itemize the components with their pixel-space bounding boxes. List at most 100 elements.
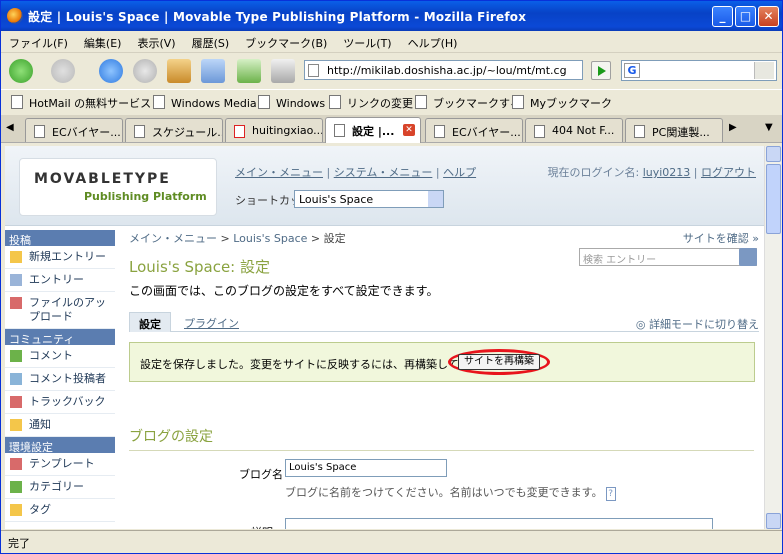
shortcut-select[interactable]: Louis's Space (294, 190, 444, 208)
bookmark-item[interactable]: ブックマークする (415, 95, 521, 111)
search-icon[interactable] (754, 62, 774, 79)
bookmark-item[interactable]: Windows (258, 95, 325, 110)
tab-list-icon[interactable]: ▼ (765, 122, 773, 133)
menu-help[interactable]: ヘルプ(H) (400, 31, 466, 51)
sidebar-item-tags[interactable]: タグ (5, 499, 115, 522)
menu-view[interactable]: 表示(V) (129, 31, 183, 51)
tab[interactable]: ECバイヤー... (425, 118, 523, 142)
scroll-down-icon[interactable] (766, 513, 781, 529)
close-button[interactable]: ✕ (758, 6, 779, 27)
menu-bar: ファイル(F) 編集(E) 表示(V) 履歴(S) ブックマーク(B) ツール(T) ヘルプ… (1, 31, 782, 53)
breadcrumb: メイン・メニュー > Louis's Space > 設定 (129, 232, 346, 245)
mt-logo[interactable]: MOVABLETYPE Publishing Platform (19, 158, 217, 216)
blog-name-input[interactable]: Louis's Space (285, 459, 447, 477)
menu-tools[interactable]: ツール(T) (335, 31, 399, 51)
home-icon[interactable] (167, 59, 191, 83)
logout-link[interactable]: ログアウト (701, 166, 756, 179)
close-tab-icon[interactable]: ✕ (403, 124, 415, 136)
template-icon (10, 458, 22, 470)
status-text: 完了 (8, 537, 30, 550)
bookmarks-icon[interactable] (201, 59, 225, 83)
url-text[interactable]: http://mikilab.doshisha.ac.jp/~lou/mt/mt… (327, 64, 567, 77)
tab[interactable]: ECバイヤー... (25, 118, 123, 142)
bookmark-item[interactable]: HotMail の無料サービス (11, 95, 151, 111)
page-icon (434, 125, 445, 138)
view-site-link[interactable]: サイトを確認 » (683, 230, 759, 246)
tab[interactable]: PC関連製... (625, 118, 723, 142)
menu-file[interactable]: ファイル(F) (1, 31, 76, 51)
pencil-icon (10, 251, 22, 263)
breadcrumb-main-menu[interactable]: メイン・メニュー (129, 232, 217, 245)
help-icon[interactable]: ? (605, 487, 616, 501)
sidebar-item-new-entry[interactable]: 新規エントリー (5, 246, 115, 269)
minimize-button[interactable]: _ (712, 6, 733, 27)
browser-window: 設定 | Louis's Space | Movable Type Publis… (0, 0, 783, 554)
sidebar-item-templates[interactable]: テンプレート (5, 453, 115, 476)
tab-scroll-right-icon[interactable]: ▶ (729, 122, 737, 133)
menu-history[interactable]: 履歴(S) (184, 31, 238, 51)
sidebar: 投稿 新規エントリー エントリー ファイルのアップロード コミュニティ コメント… (5, 230, 115, 529)
page-icon (34, 125, 45, 138)
nav-help[interactable]: ヘルプ (443, 166, 476, 179)
back-icon[interactable] (9, 59, 33, 83)
menu-bookmarks[interactable]: ブックマーク(B) (237, 31, 335, 51)
breadcrumb-blog[interactable]: Louis's Space (233, 232, 307, 245)
url-bar[interactable]: http://mikilab.doshisha.ac.jp/~lou/mt/mt… (304, 60, 583, 80)
commenter-icon (10, 373, 22, 385)
print-icon[interactable] (271, 59, 295, 83)
search-button-icon[interactable] (739, 248, 757, 266)
nav-system-menu[interactable]: システム・メニュー (334, 166, 433, 179)
bookmark-item[interactable]: Myブックマーク (512, 95, 612, 111)
vertical-scrollbar[interactable] (764, 146, 781, 529)
go-button[interactable] (591, 61, 611, 80)
upload-icon (10, 297, 22, 309)
sidebar-item-categories[interactable]: カテゴリー (5, 476, 115, 499)
reload-icon[interactable] (99, 59, 123, 83)
sidebar-item-entries[interactable]: エントリー (5, 269, 115, 292)
tab-scroll-left-icon[interactable]: ◀ (6, 122, 14, 133)
entry-search-input[interactable]: 検索 エントリー (579, 248, 757, 266)
blog-name-hint: ブログに名前をつけてください。名前はいつでも変更できます。? (285, 484, 616, 501)
sidebar-section-post: 投稿 (5, 230, 115, 247)
nav-main-menu[interactable]: メイン・メニュー (235, 166, 323, 179)
tag-icon (10, 504, 22, 516)
sidebar-item-upload[interactable]: ファイルのアップロード (5, 292, 115, 329)
status-bar: 完了 (1, 530, 782, 553)
web-search-box[interactable]: G (621, 60, 777, 81)
sidebar-item-trackbacks[interactable]: トラックバック (5, 391, 115, 414)
gmail-icon (234, 125, 245, 138)
new-tab-icon[interactable] (237, 59, 261, 83)
sidebar-item-commenters[interactable]: コメント投稿者 (5, 368, 115, 391)
stop-icon[interactable] (133, 59, 157, 83)
scroll-thumb[interactable] (766, 164, 781, 234)
rebuild-button[interactable]: サイトを再構築 (458, 354, 540, 370)
page-content: MOVABLETYPE Publishing Platform メイン・メニュー… (5, 146, 764, 529)
tab[interactable]: 404 Not F... (525, 118, 623, 142)
bookmark-item[interactable]: Windows Media (153, 95, 257, 110)
breadcrumb-current: 設定 (323, 232, 346, 245)
login-label: 現在のログイン名: (547, 166, 640, 179)
tab-bar: ◀ ECバイヤー... スケジュール... huitingxiao... 設定 … (1, 115, 782, 143)
scroll-up-icon[interactable] (766, 146, 781, 162)
menu-edit[interactable]: 編集(E) (76, 31, 130, 51)
trackback-icon (10, 396, 22, 408)
forward-icon[interactable] (51, 59, 75, 83)
tab-settings[interactable]: 設定 (129, 312, 171, 332)
description-input[interactable] (285, 518, 713, 529)
tab[interactable]: スケジュール... (125, 118, 223, 142)
detail-mode-link[interactable]: ◎ 詳細モードに切り替え (636, 316, 759, 332)
tab-active[interactable]: 設定 |... ✕ (325, 117, 421, 143)
arrow-icon: ◎ (635, 318, 646, 331)
page-icon (634, 125, 645, 138)
google-icon[interactable]: G (624, 63, 640, 78)
tab-plugins[interactable]: プラグイン (175, 312, 248, 332)
bookmark-item[interactable]: リンクの変更 (329, 95, 413, 111)
login-user[interactable]: luyi0213 (643, 166, 691, 179)
top-nav: メイン・メニュー | システム・メニュー | ヘルプ (235, 166, 477, 179)
sidebar-item-comments[interactable]: コメント (5, 345, 115, 368)
sidebar-item-notifications[interactable]: 通知 (5, 414, 115, 437)
maximize-button[interactable]: □ (735, 6, 756, 27)
description-label: 説明 (251, 524, 273, 529)
page-description: この画面では、このブログの設定をすべて設定できます。 (129, 284, 439, 298)
tab[interactable]: huitingxiao... (225, 118, 323, 142)
